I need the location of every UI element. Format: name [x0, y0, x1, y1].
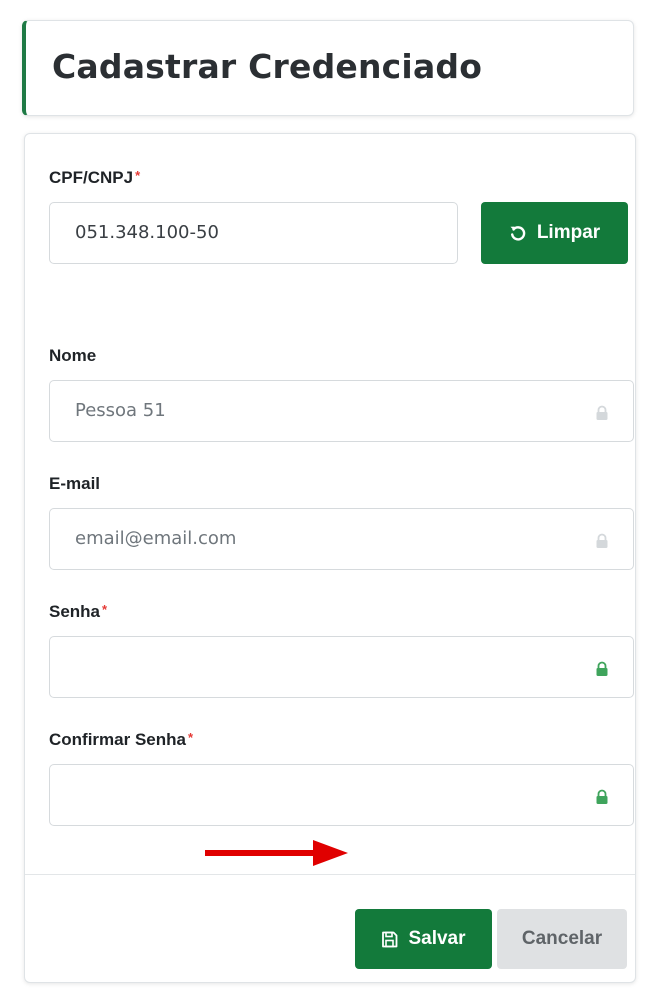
lock-icon — [596, 661, 608, 676]
email-label-text: E-mail — [49, 474, 101, 493]
confirmar-senha-required-mark: * — [187, 730, 194, 745]
nome-field-value: Pessoa 51 — [75, 400, 166, 421]
nome-label: Nome — [49, 346, 96, 366]
page-header: Cadastrar Credenciado — [22, 20, 634, 116]
email-field: email@email.com — [49, 508, 634, 570]
cpf-label-text: CPF/CNPJ — [49, 168, 134, 187]
confirmar-senha-label: Confirmar Senha * — [49, 730, 193, 750]
cpf-input-value: 051.348.100-50 — [75, 222, 219, 243]
cpf-required-mark: * — [135, 168, 141, 183]
annotation-arrow — [205, 840, 348, 866]
nome-field: Pessoa 51 — [49, 380, 634, 442]
lock-icon — [596, 789, 608, 804]
confirmar-senha-input[interactable] — [49, 764, 634, 826]
cancelar-button[interactable]: Cancelar — [497, 909, 627, 969]
confirmar-senha-label-text: Confirmar Senha — [49, 730, 186, 749]
salvar-button-label: Salvar — [408, 928, 466, 949]
cpf-label: CPF/CNPJ * — [49, 168, 140, 188]
lock-icon — [596, 533, 608, 548]
limpar-button-label: Limpar — [536, 222, 601, 243]
salvar-button[interactable]: Salvar — [355, 909, 492, 969]
floppy-disk-icon — [382, 931, 398, 947]
senha-label-text: Senha — [49, 602, 101, 621]
senha-input[interactable] — [49, 636, 634, 698]
senha-required-mark: * — [102, 602, 108, 617]
cpf-input[interactable]: 051.348.100-50 — [49, 202, 458, 264]
limpar-button[interactable]: Limpar — [481, 202, 628, 264]
footer-divider — [25, 874, 635, 875]
nome-label-text: Nome — [49, 346, 97, 365]
undo-icon — [510, 226, 526, 241]
lock-icon — [596, 405, 608, 420]
senha-label: Senha * — [49, 602, 107, 622]
email-label: E-mail — [49, 474, 100, 494]
page-title: Cadastrar Credenciado — [52, 47, 483, 86]
email-field-value: email@email.com — [75, 528, 237, 549]
cancelar-button-label: Cancelar — [521, 928, 603, 949]
